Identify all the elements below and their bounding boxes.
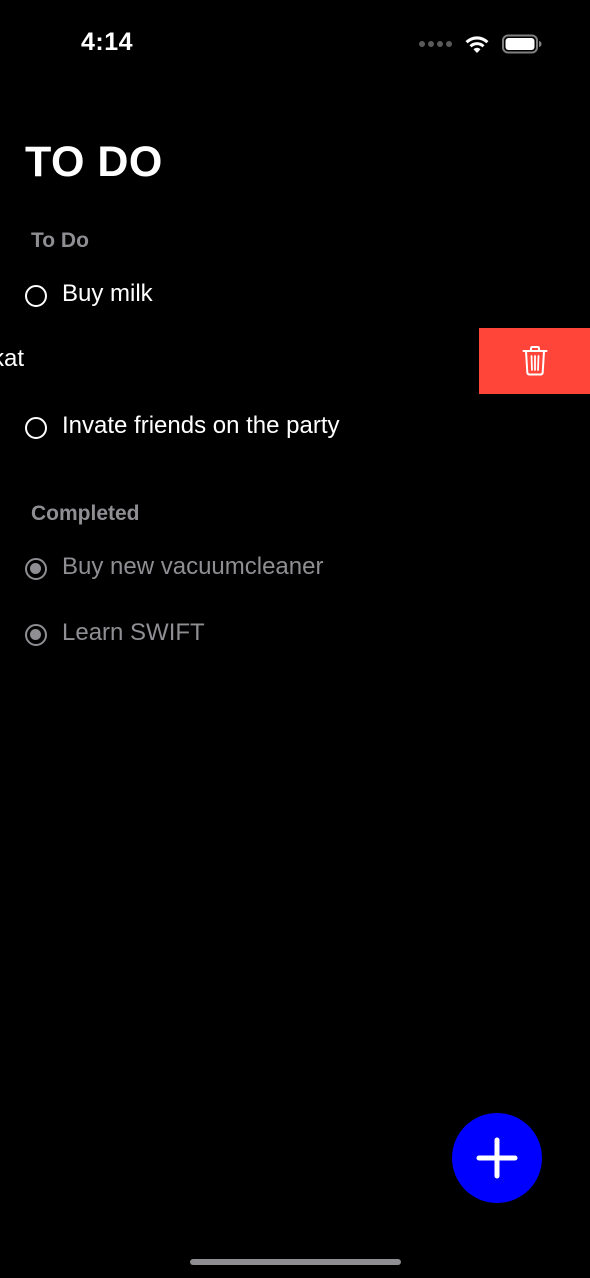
battery-icon — [502, 34, 542, 54]
completed-item-label: Buy new vacuumcleaner — [62, 553, 324, 580]
todo-item[interactable]: Invate friends on the party — [0, 395, 590, 461]
status-bar: 4:14 — [0, 0, 590, 90]
incomplete-circle-icon[interactable] — [25, 285, 47, 307]
todo-item[interactable]: Buy milk — [0, 263, 590, 329]
delete-button[interactable] — [479, 328, 590, 394]
trash-icon — [522, 346, 547, 376]
plus-icon — [476, 1137, 518, 1179]
todo-item-label: h kat — [0, 345, 25, 372]
completed-item-label: Learn SWIFT — [62, 619, 205, 646]
add-task-button[interactable] — [452, 1113, 542, 1203]
incomplete-circle-icon[interactable] — [25, 417, 47, 439]
swiped-row-content[interactable]: h kat — [0, 328, 478, 394]
completed-circle-icon[interactable] — [25, 624, 47, 646]
completed-item[interactable]: Buy new vacuumcleaner — [0, 536, 590, 602]
page-title: TO DO — [25, 138, 163, 186]
section-header-todo: To Do — [31, 229, 89, 252]
status-time: 4:14 — [81, 28, 134, 56]
completed-circle-icon[interactable] — [25, 558, 47, 580]
todo-item-swiped[interactable]: h kat — [0, 328, 590, 394]
todo-item-label: Invate friends on the party — [62, 412, 340, 439]
wifi-icon — [465, 36, 489, 53]
section-header-completed: Completed — [31, 502, 140, 525]
completed-item[interactable]: Learn SWIFT — [0, 602, 590, 668]
signal-dots-icon — [419, 41, 452, 47]
todo-item-label: Buy milk — [62, 280, 153, 307]
home-indicator[interactable] — [190, 1259, 401, 1265]
status-icons — [419, 32, 542, 56]
